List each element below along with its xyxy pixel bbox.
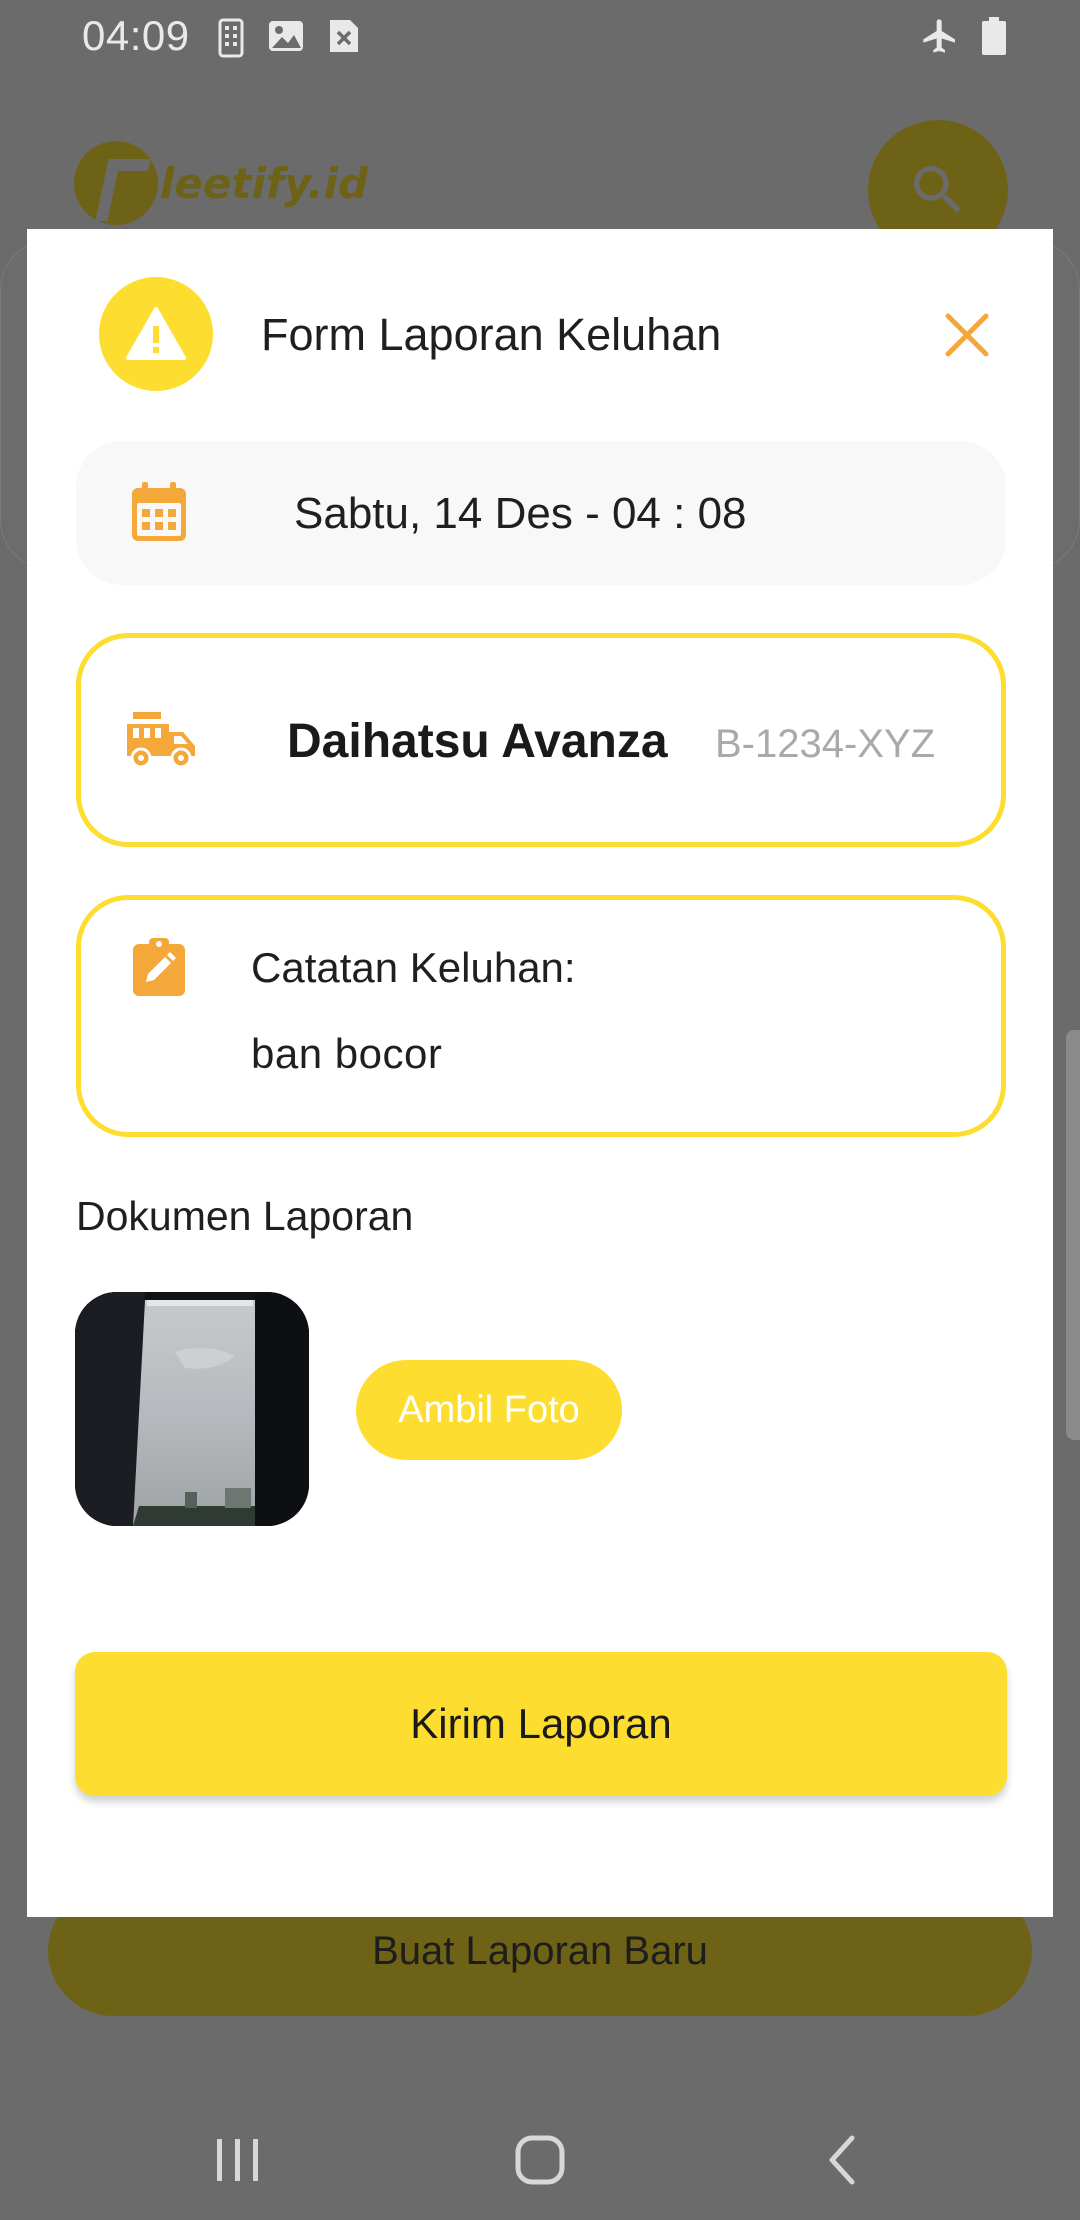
status-notification-icons [218,18,360,58]
close-icon [945,313,989,357]
report-photo-thumbnail[interactable] [75,1292,309,1526]
modal-header: Form Laporan Keluhan [27,229,1053,439]
recent-apps-icon [217,2139,258,2181]
submit-report-button[interactable]: Kirim Laporan [75,1652,1007,1796]
clipboard-edit-icon [131,936,187,1003]
documents-title: Dokumen Laporan [76,1193,414,1239]
image-icon [269,21,303,51]
warning-badge [99,277,213,391]
back-button[interactable] [792,2120,892,2200]
vehicle-name: Daihatsu Avanza [287,715,668,768]
navigation-bar [0,2100,1080,2220]
back-icon [829,2135,855,2185]
take-photo-button[interactable]: Ambil Foto [356,1360,622,1460]
airplane-icon [923,19,955,53]
app-logo: leetify.id [74,138,368,228]
vehicle-plate: B-1234-XYZ [715,722,936,766]
notes-label: Catatan Keluhan: [251,944,576,991]
search-icon [914,166,961,213]
sim-icon [218,18,244,58]
date-time-field: Sabtu, 14 Des - 04 : 08 [76,441,1006,585]
home-icon [515,2135,565,2185]
calendar-icon [130,481,188,548]
status-time: 04:09 [82,12,190,59]
truck-icon [125,710,197,775]
battery-icon [982,17,1006,55]
close-button[interactable] [937,305,997,365]
status-bar: 04:09 [0,0,1080,76]
logo-mark [74,141,158,225]
vehicle-selector[interactable]: Daihatsu Avanza B-1234-XYZ [76,633,1006,847]
date-time-text: Sabtu, 14 Des - 04 : 08 [294,489,747,538]
modal-title: Form Laporan Keluhan [261,309,722,360]
scrollbar [1066,1030,1080,1440]
logo-text: leetify.id [160,158,369,208]
complaint-report-modal: Form Laporan Keluhan Sabtu, 14 Des - 04 … [27,229,1053,1917]
home-button[interactable] [490,2120,590,2200]
notes-value: ban bocor [251,1030,443,1077]
recent-apps-button[interactable] [188,2120,288,2200]
status-system-icons [920,16,1006,56]
close-box-icon [330,20,358,52]
complaint-notes-field[interactable]: Catatan Keluhan: ban bocor [76,895,1006,1137]
warning-icon [126,307,186,360]
